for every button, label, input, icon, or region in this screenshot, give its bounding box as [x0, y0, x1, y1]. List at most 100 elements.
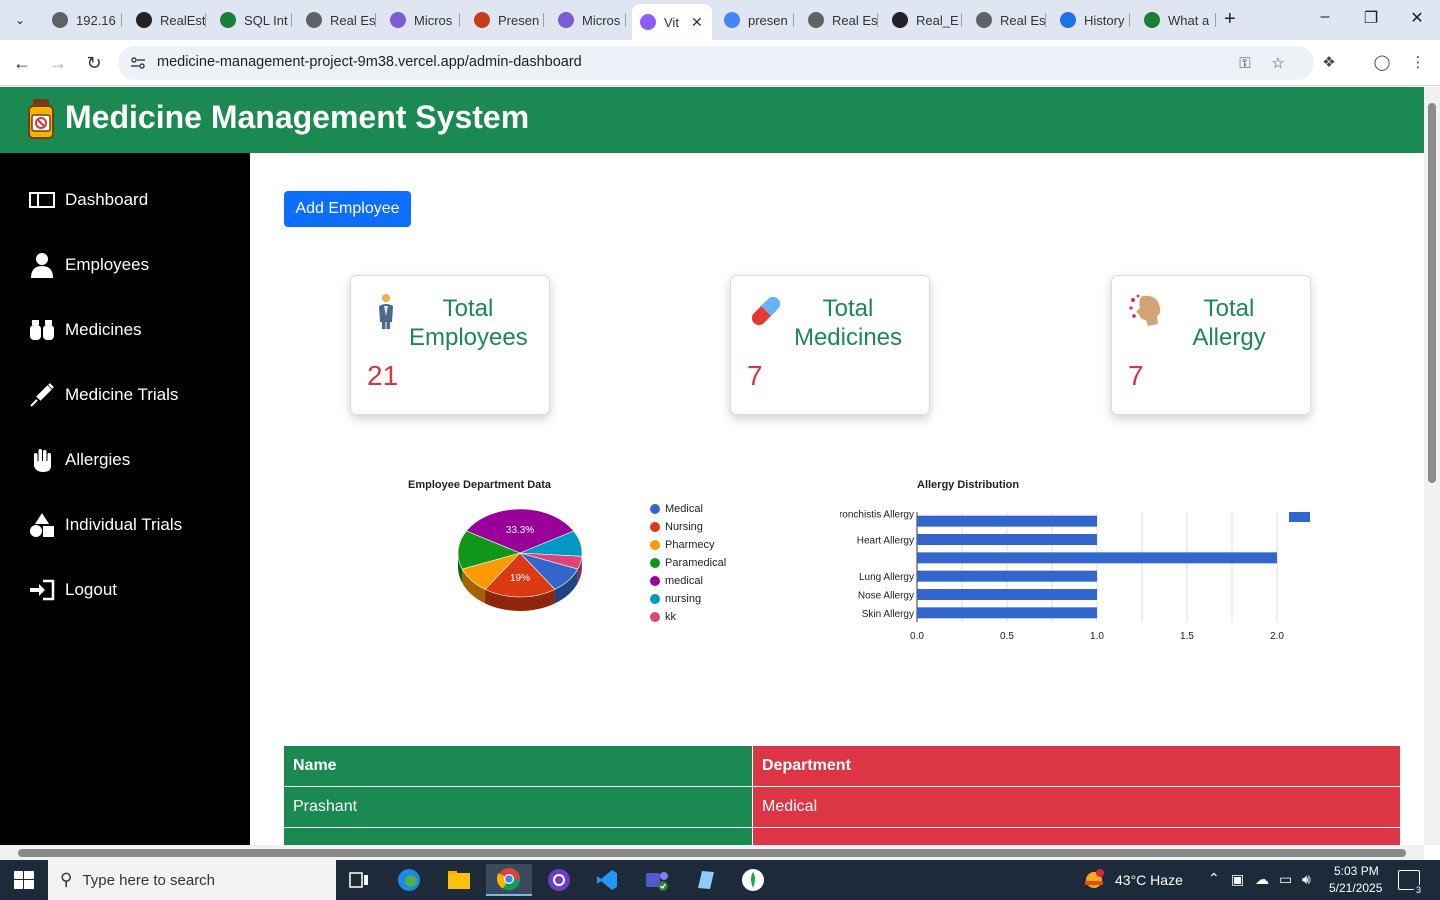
bar-y-tick-label: Lung Allergy	[859, 572, 914, 583]
browser-tab[interactable]: Micros	[550, 5, 626, 35]
browser-tab[interactable]: 192.16	[44, 5, 122, 35]
sidebar-item-logout[interactable]: Logout	[0, 565, 250, 615]
sidebar-item-medicine-trials[interactable]: Medicine Trials	[0, 370, 250, 420]
sidebar-item-label: Individual Trials	[65, 515, 183, 534]
taskbar-search-box[interactable]: ⚲ Type here to search	[48, 860, 336, 900]
tab-favicon-icon	[892, 12, 908, 28]
table-header-row: Name Department	[284, 746, 1400, 787]
bar[interactable]	[917, 534, 1097, 545]
vertical-scroll-thumb[interactable]	[1428, 103, 1436, 483]
profile-icon[interactable]: ◯	[1373, 54, 1391, 72]
horizontal-scroll-thumb[interactable]	[18, 849, 1406, 857]
back-button[interactable]: ←	[9, 50, 35, 76]
legend-swatch	[650, 504, 660, 514]
notification-center-icon[interactable]: 3	[1398, 870, 1423, 895]
browser-tab[interactable]: History	[1052, 5, 1130, 35]
pie-legend-item[interactable]: Medical	[650, 503, 703, 515]
edge-icon[interactable]	[386, 864, 432, 896]
bar-y-tick-label: Skin Allergy	[862, 609, 914, 620]
cell-name: Prashant	[284, 787, 752, 828]
pie-legend-item[interactable]: kk	[650, 611, 676, 623]
browser-tab[interactable]: Presen	[466, 5, 544, 35]
forward-button[interactable]: →	[45, 50, 71, 76]
reload-button[interactable]: ↻	[81, 50, 107, 76]
tab-close-icon[interactable]: ✕	[691, 14, 703, 31]
sidebar-item-employees[interactable]: Employees	[0, 240, 250, 290]
mongodb-compass-icon[interactable]	[730, 864, 776, 896]
pie-legend-item[interactable]: Nursing	[650, 521, 703, 533]
notepad-icon[interactable]	[682, 864, 728, 896]
horizontal-scrollbar[interactable]	[0, 845, 1424, 860]
start-button[interactable]	[14, 871, 34, 894]
vscode-icon[interactable]	[584, 864, 630, 896]
file-explorer-icon[interactable]	[436, 864, 482, 896]
browser-tab[interactable]: Vit ✕	[632, 4, 712, 40]
weather-text[interactable]: 43°C Haze	[1115, 872, 1183, 888]
task-view-icon[interactable]	[336, 864, 382, 896]
bar[interactable]	[917, 515, 1097, 527]
minimize-button[interactable]: –	[1302, 8, 1348, 26]
browser-tab[interactable]: presen	[716, 5, 794, 35]
bar-x-tick-label: 1.5	[1180, 631, 1194, 642]
site-info-icon[interactable]	[130, 55, 146, 71]
tab-separator	[1129, 13, 1130, 27]
tab-favicon-icon	[390, 12, 406, 28]
tab-label: Micros	[414, 12, 453, 28]
pie-legend-item[interactable]: Pharmecy	[650, 539, 715, 551]
network-icon[interactable]: ▭	[1279, 871, 1292, 888]
pie-legend-item[interactable]: Paramedical	[650, 557, 726, 569]
browser-tab[interactable]: RealEst	[128, 5, 206, 35]
github-desktop-icon[interactable]	[536, 864, 582, 896]
pie-chart-title: Employee Department Data	[408, 479, 552, 491]
menu-kebab-icon[interactable]: ⋮	[1409, 54, 1427, 72]
pie-legend-item[interactable]: nursing	[650, 593, 701, 605]
tab-separator	[543, 13, 544, 27]
sidebar-item-medicines[interactable]: Medicines	[0, 305, 250, 355]
bar[interactable]	[917, 607, 1097, 619]
volume-icon[interactable]: 🔊︎	[1302, 871, 1311, 888]
browser-tab[interactable]: Real Es	[800, 5, 878, 35]
bar[interactable]	[917, 589, 1097, 600]
new-tab-button[interactable]: +	[1224, 8, 1236, 31]
browser-tab[interactable]: SQL Int	[212, 5, 292, 35]
sidebar-item-individual-trials[interactable]: Individual Trials	[0, 500, 250, 550]
chrome-icon[interactable]	[486, 864, 532, 896]
teams-icon[interactable]	[634, 864, 680, 896]
browser-tab[interactable]: Real_E	[884, 5, 962, 35]
password-key-icon[interactable]: ⚿	[1236, 55, 1254, 73]
bar[interactable]	[917, 570, 1097, 582]
app-header: Medicine Management System	[0, 87, 1424, 153]
header-name: Name	[284, 746, 752, 787]
browser-tab[interactable]: What a	[1136, 5, 1216, 35]
clock-time[interactable]: 5:03 PM	[1334, 864, 1379, 878]
browser-tab[interactable]: Real Es	[968, 5, 1046, 35]
hand-icon	[29, 447, 55, 473]
bar[interactable]	[917, 552, 1277, 564]
browser-tab[interactable]: Micros	[382, 5, 460, 35]
cell-department: Medical	[752, 787, 1400, 828]
tab-favicon-icon	[1144, 12, 1160, 28]
onedrive-icon[interactable]: ☁	[1255, 871, 1269, 888]
clock-date[interactable]: 5/21/2025	[1329, 881, 1382, 895]
close-window-button[interactable]: ✕	[1394, 8, 1440, 28]
sidebar-item-label: Allergies	[65, 450, 131, 469]
extensions-icon[interactable]: ❖	[1320, 54, 1338, 72]
weather-icon[interactable]	[1083, 869, 1105, 891]
tab-favicon-icon	[220, 12, 236, 28]
stat-card-allergy: Total Allergy 7	[1111, 275, 1311, 415]
maximize-button[interactable]: ❐	[1348, 8, 1394, 28]
table-row[interactable]: Prashant Medical	[284, 787, 1400, 828]
browser-tab[interactable]: Real Es	[298, 5, 376, 35]
legend-label: kk	[665, 611, 676, 623]
sidebar-item-allergies[interactable]: Allergies	[0, 435, 250, 485]
table-row[interactable]	[284, 828, 1400, 845]
bookmark-star-icon[interactable]: ☆	[1269, 55, 1287, 73]
add-employee-button[interactable]: Add Employee	[284, 191, 411, 227]
meet-now-icon[interactable]: ▣	[1231, 871, 1244, 888]
show-hidden-icons-icon[interactable]: ⌃	[1208, 870, 1220, 887]
pie-legend-item[interactable]: medical	[650, 575, 703, 587]
tab-search-icon[interactable]: ⌄	[10, 10, 30, 30]
omnibox[interactable]: medicine-management-project-9m38.vercel.…	[118, 46, 1314, 80]
sidebar-item-dashboard[interactable]: Dashboard	[0, 175, 250, 225]
vertical-scrollbar[interactable]	[1424, 87, 1440, 845]
